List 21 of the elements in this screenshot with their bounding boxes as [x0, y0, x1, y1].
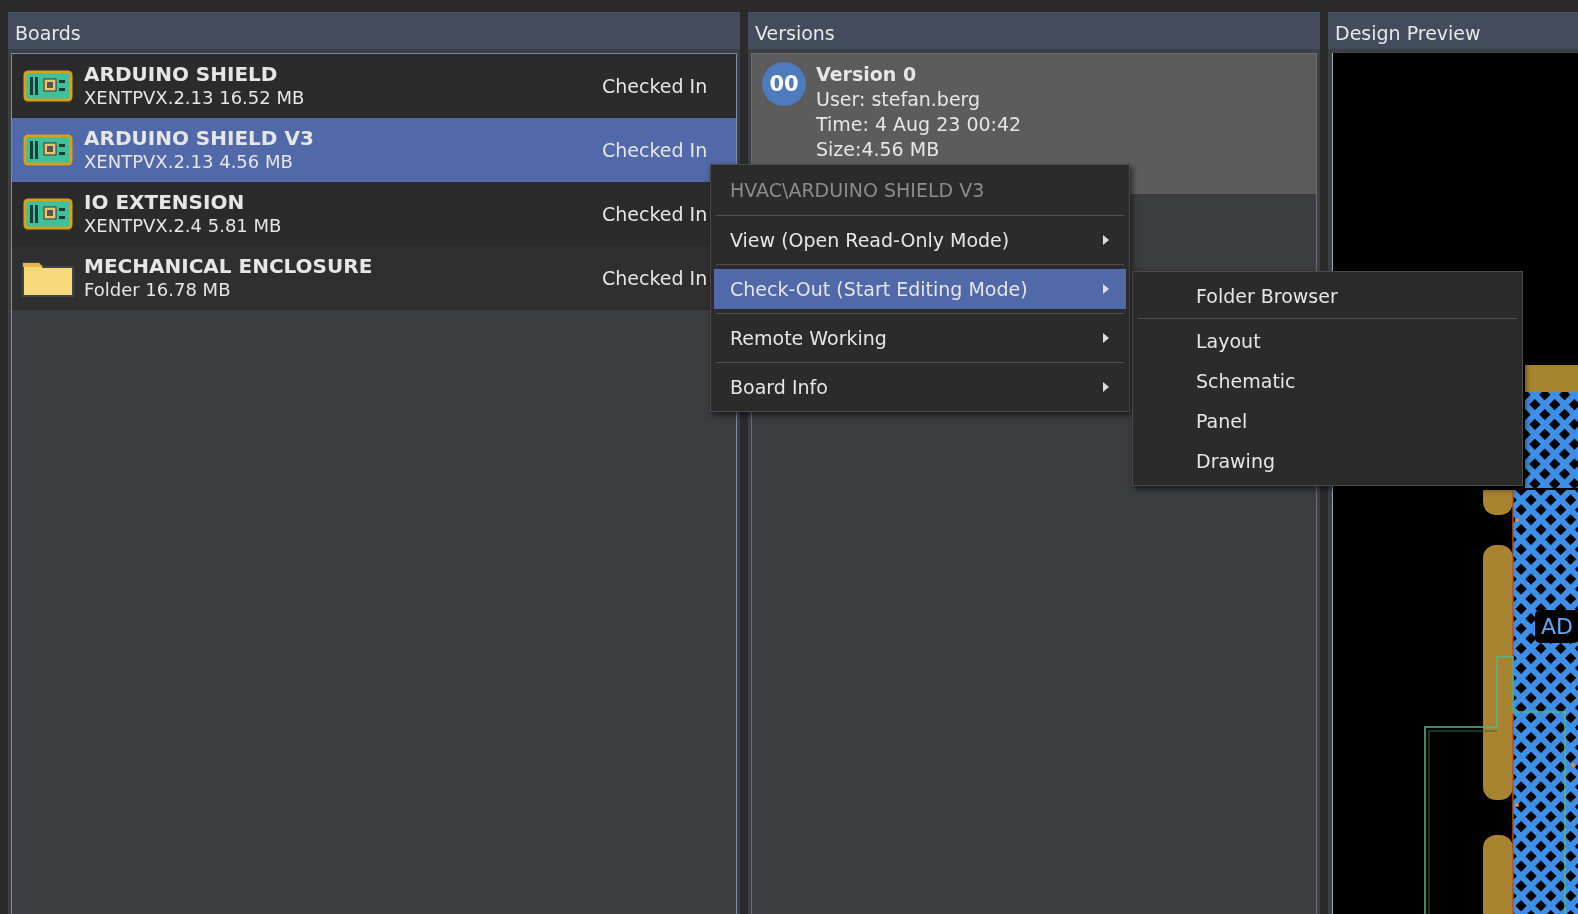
version-user: User: stefan.berg: [816, 87, 982, 112]
status-label: Checked In: [602, 75, 709, 97]
status-label: Checked In: [602, 267, 709, 289]
panel-title: Design Preview: [1328, 13, 1578, 49]
status-label: Checked In: [602, 203, 709, 225]
version-time: Time: 4 Aug 23 00:42: [816, 112, 1022, 137]
version-title: Version 0: [816, 62, 918, 87]
version-badge: 00: [762, 62, 806, 106]
board-details: Folder 16.78 MB: [84, 278, 232, 302]
status-label: Checked In: [602, 139, 709, 161]
board-name: ARDUINO SHIELD V3: [84, 126, 315, 150]
board-name: MECHANICAL ENCLOSURE: [84, 254, 374, 278]
panel-title: Versions: [748, 13, 1320, 49]
board-details: XENTPVX.2.4 5.81 MB: [84, 214, 283, 238]
version-size: Size:4.56 MB: [816, 137, 941, 162]
board-details: XENTPVX.2.13 4.56 MB: [84, 150, 294, 174]
panel-title: Boards: [8, 13, 740, 49]
board-name: IO EXTENSION: [84, 190, 246, 214]
board-details: XENTPVX.2.13 16.52 MB: [84, 86, 306, 110]
board-name: ARDUINO SHIELD: [84, 62, 279, 86]
board-label: AD: [1535, 610, 1578, 643]
